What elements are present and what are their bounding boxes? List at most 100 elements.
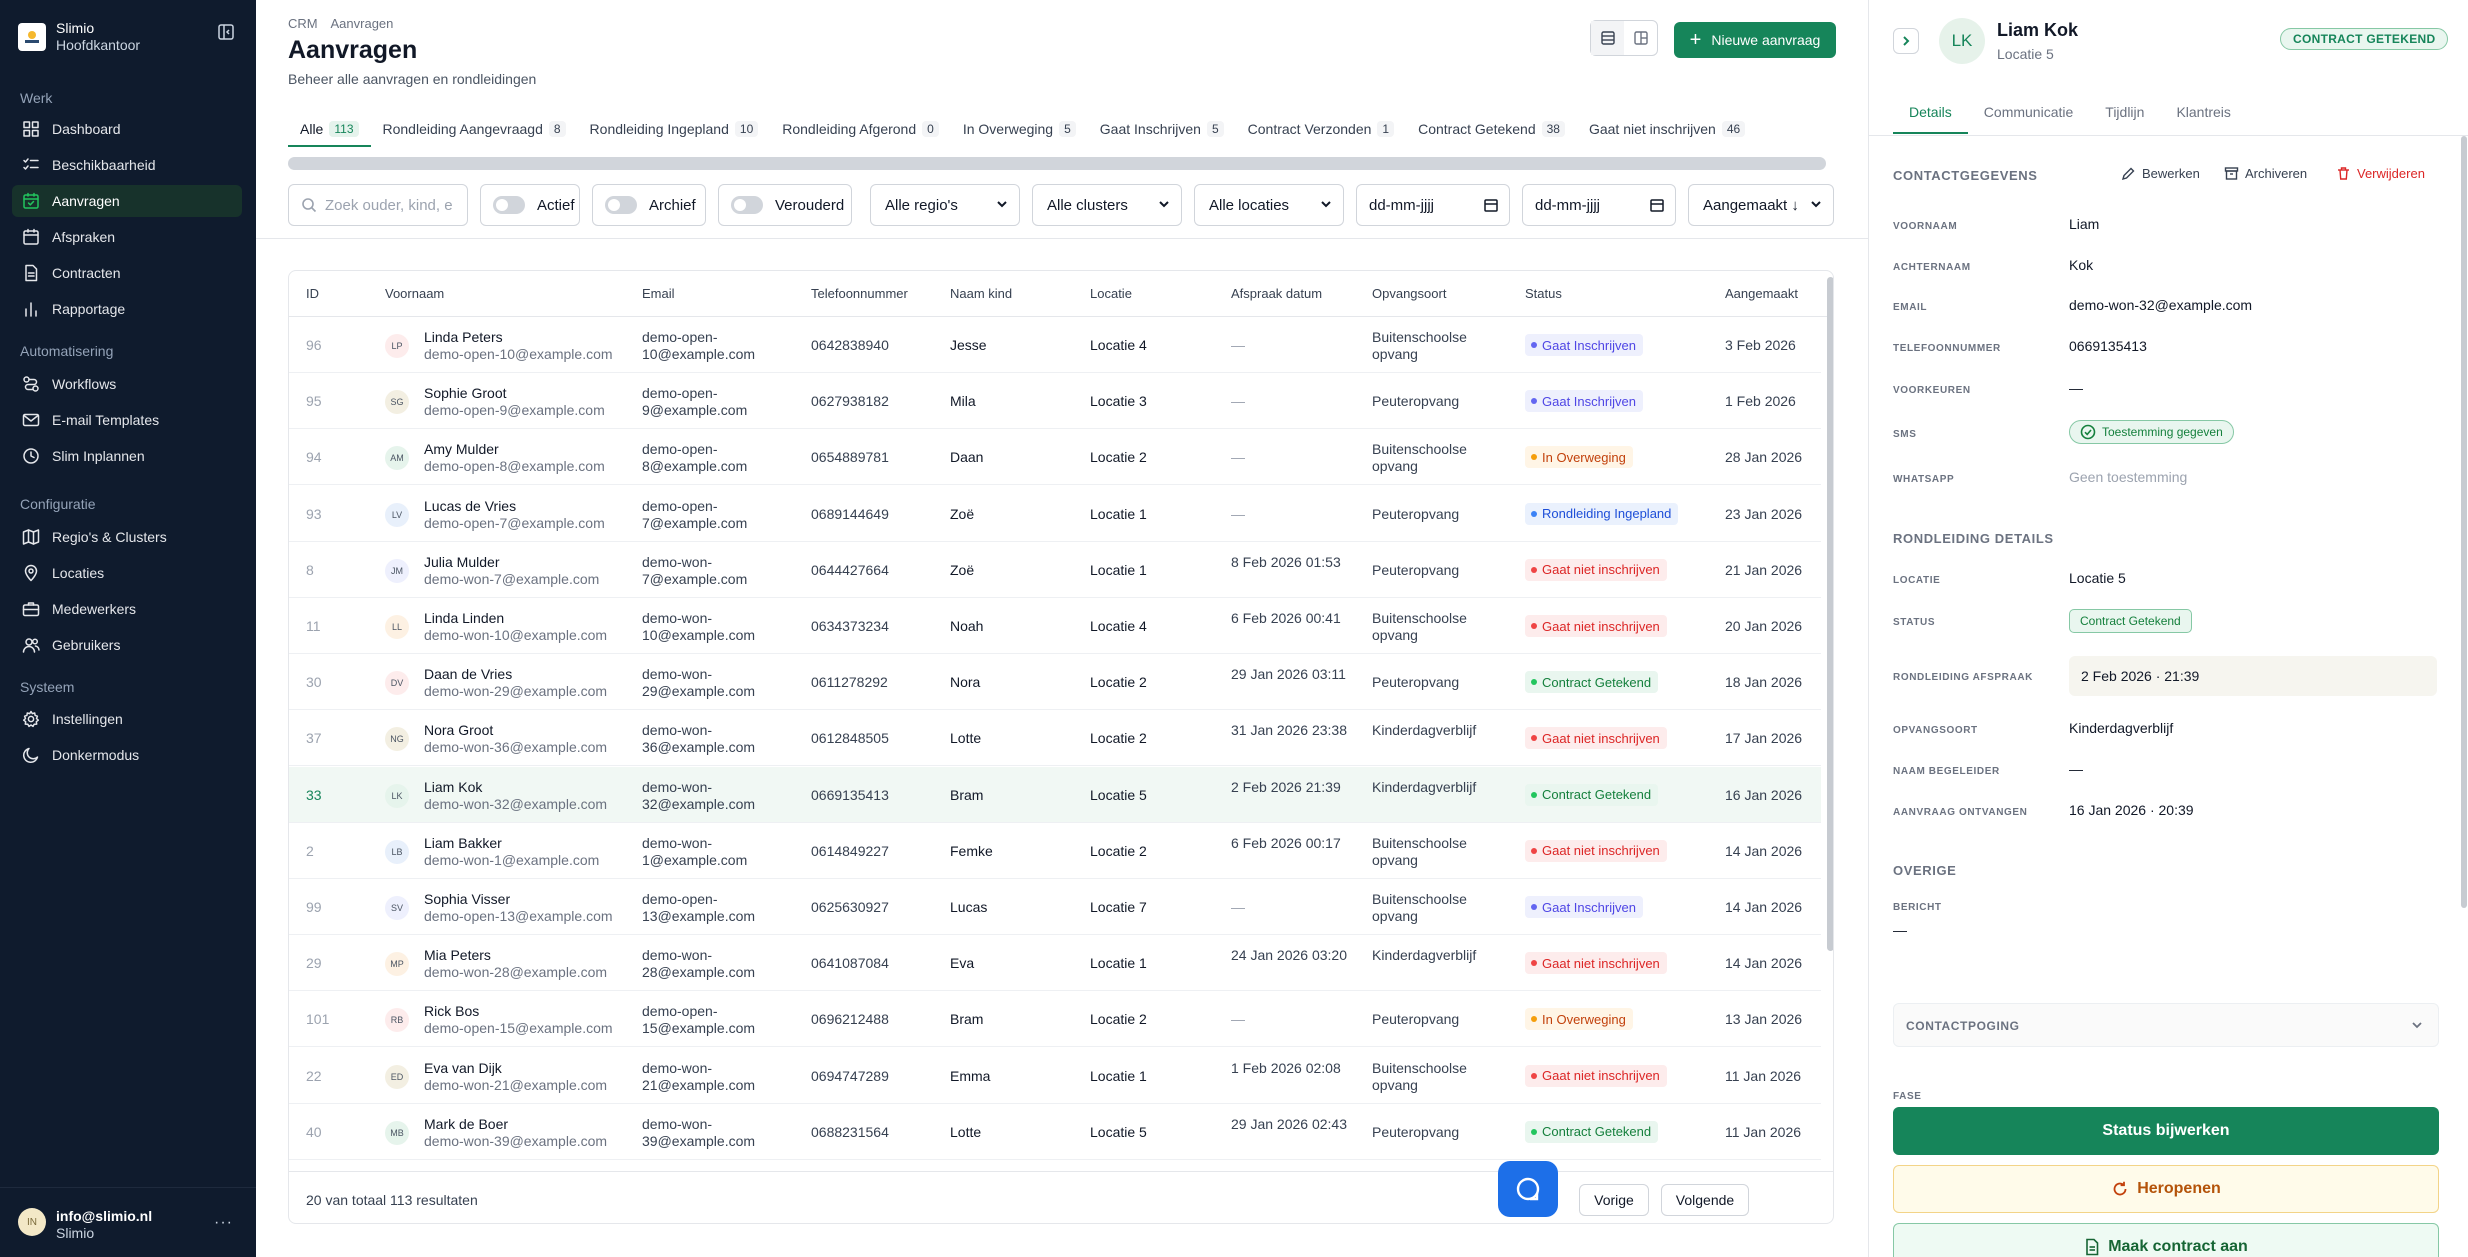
sidebar-item-instellingen[interactable]: Instellingen (12, 703, 242, 735)
sidebar-collapse-icon[interactable] (216, 22, 236, 42)
cell-id: 37 (306, 730, 322, 747)
new-request-button[interactable]: + Nieuwe aanvraag (1674, 22, 1836, 58)
edit-button[interactable]: Bewerken (2121, 166, 2200, 181)
sidebar-item-locaties[interactable]: Locaties (12, 557, 242, 589)
cell-location: Locatie 1 (1090, 561, 1147, 578)
panel-scrollbar[interactable] (2461, 136, 2467, 908)
user-menu-icon[interactable]: ··· (214, 1214, 233, 1232)
column-header[interactable]: Voornaam (385, 286, 444, 301)
verouderd-toggle[interactable]: Verouderd (718, 184, 852, 226)
tab-alle[interactable]: Alle 113 (288, 112, 371, 147)
list-view-icon[interactable] (1591, 21, 1624, 55)
table-row[interactable]: 30 DV Daan de Vries demo-won-29@example.com… (289, 654, 1821, 711)
table-row[interactable]: 95 SG Sophie Groot demo-open-9@example.com d… (289, 373, 1821, 430)
tab-rondleiding-aangevraagd[interactable]: Rondleiding Aangevraagd 8 (371, 112, 578, 146)
column-header[interactable]: Email (642, 286, 675, 301)
date-from-input[interactable]: dd-mm-jjjj (1356, 184, 1510, 226)
archive-button[interactable]: Archiveren (2224, 166, 2307, 181)
sort-select[interactable]: Aangemaakt ↓ (1688, 184, 1834, 226)
sidebar-item-beschikbaarheid[interactable]: Beschikbaarheid (12, 149, 242, 181)
table-row[interactable]: 37 NG Nora Groot demo-won-36@example.com dem… (289, 710, 1821, 767)
breadcrumb-crm[interactable]: CRM (288, 16, 318, 31)
tab-in-overweging[interactable]: In Overweging 5 (951, 112, 1088, 146)
region-select[interactable]: Alle regio's (870, 184, 1020, 226)
sidebar-item-slim-inplannen[interactable]: Slim Inplannen (12, 440, 242, 472)
tour-appointment-field[interactable]: 2 Feb 2026 · 21:39 (2069, 656, 2437, 696)
date-to-input[interactable]: dd-mm-jjjj (1522, 184, 1676, 226)
sidebar-item-donkermodus[interactable]: Donkermodus (12, 739, 242, 771)
column-header[interactable]: Opvangsoort (1372, 286, 1446, 301)
table-row[interactable]: 8 JM Julia Mulder demo-won-7@example.com dem… (289, 542, 1821, 598)
table-row[interactable]: 101 RB Rick Bos demo-open-15@example.com dem… (289, 991, 1821, 1048)
tab-details[interactable]: Details (1893, 90, 1968, 134)
table-scrollbar[interactable] (1827, 277, 1833, 951)
column-header[interactable]: Afspraak datum (1231, 286, 1322, 301)
user-box[interactable]: IN info@slimio.nl Slimio ··· (0, 1187, 256, 1257)
tab-gaat-inschrijven[interactable]: Gaat Inschrijven 5 (1088, 112, 1236, 146)
tab-label: Gaat niet inschrijven (1588, 121, 1716, 137)
table-row[interactable]: 33 LK Liam Kok demo-won-32@example.com demo-… (289, 766, 1821, 823)
tab-contract-getekend[interactable]: Contract Getekend 38 (1406, 112, 1577, 146)
table-row[interactable]: 94 AM Amy Mulder demo-open-8@example.com dem… (289, 429, 1821, 486)
field-label: LOCATIE (1893, 575, 1941, 586)
archief-toggle[interactable]: Archief (592, 184, 706, 226)
cluster-select[interactable]: Alle clusters (1032, 184, 1182, 226)
tab-contract-verzonden[interactable]: Contract Verzonden 1 (1236, 112, 1406, 146)
cell-name: Mia Peters (424, 947, 491, 964)
actief-toggle[interactable]: Actief (480, 184, 580, 226)
cell-phone: 0644427664 (811, 561, 889, 578)
sidebar-item-aanvragen[interactable]: Aanvragen (12, 185, 242, 217)
chevron-right-icon[interactable] (1893, 28, 1919, 54)
table-row[interactable]: 22 ED Eva van Dijk demo-won-21@example.com d… (289, 1048, 1821, 1104)
column-header[interactable]: Aangemaakt (1725, 286, 1798, 301)
cell-created: 28 Jan 2026 (1725, 449, 1803, 466)
document-icon (2086, 1238, 2099, 1256)
table-row[interactable]: 2 LB Liam Bakker demo-won-1@example.com demo… (289, 823, 1821, 879)
sidebar-item-regio-s-clusters[interactable]: Regio's & Clusters (12, 521, 242, 553)
column-header[interactable]: Telefoonnummer (811, 286, 908, 301)
column-header[interactable]: Status (1525, 286, 1562, 301)
chat-support-button[interactable] (1498, 1161, 1558, 1217)
column-header[interactable]: Naam kind (950, 286, 1012, 301)
sidebar-item-contracten[interactable]: Contracten (12, 257, 242, 289)
table-row[interactable]: 93 LV Lucas de Vries demo-open-7@example.co… (289, 486, 1821, 542)
sidebar-item-rapportage[interactable]: Rapportage (12, 293, 242, 325)
prev-page-button[interactable]: Vorige (1579, 1184, 1649, 1216)
tab-rondleiding-ingepland[interactable]: Rondleiding Ingepland 10 (578, 112, 771, 146)
contactpoging-collapsible[interactable]: CONTACTPOGING (1893, 1003, 2439, 1047)
sidebar-item-medewerkers[interactable]: Medewerkers (12, 593, 242, 625)
tab-gaat-niet-inschrijven[interactable]: Gaat niet inschrijven 46 (1577, 112, 1757, 146)
sidebar-item-gebruikers[interactable]: Gebruikers (12, 629, 242, 661)
delete-button[interactable]: Verwijderen (2336, 166, 2425, 181)
create-contract-button[interactable]: Maak contract aan (1893, 1223, 2439, 1257)
status-badge: Contract Getekend (1525, 1120, 1659, 1143)
sidebar-item-dashboard[interactable]: Dashboard (12, 113, 242, 145)
search-input[interactable]: Zoek ouder, kind, e (288, 184, 468, 226)
chevron-down-icon (1159, 201, 1169, 208)
tab-communicatie[interactable]: Communicatie (1968, 90, 2089, 134)
board-view-icon[interactable] (1624, 21, 1657, 55)
sidebar-item-e-mail-templates[interactable]: E-mail Templates (12, 404, 242, 436)
tab-tijdlijn[interactable]: Tijdlijn (2089, 90, 2160, 134)
table-row[interactable]: 99 SV Sophia Visser demo-open-13@example.co… (289, 879, 1821, 935)
cell-child-name: Mila (950, 393, 976, 410)
tab-label: Rondleiding Aangevraagd (382, 121, 543, 137)
next-page-button[interactable]: Volgende (1661, 1184, 1749, 1216)
tab-rondleiding-afgerond[interactable]: Rondleiding Afgerond 0 (770, 112, 951, 146)
column-header[interactable]: ID (306, 286, 319, 301)
reopen-button[interactable]: Heropenen (1893, 1165, 2439, 1213)
brand[interactable]: Slimio Hoofdkantoor (18, 20, 140, 54)
table-row[interactable]: 40 MB Mark de Boer demo-won-39@example.com d… (289, 1104, 1821, 1160)
avatar: DV (385, 671, 409, 696)
sidebar-item-workflows[interactable]: Workflows (12, 368, 242, 400)
table-row[interactable]: 11 LL Linda Linden demo-won-10@example.com d… (289, 598, 1821, 654)
table-row[interactable]: 29 MP Mia Peters demo-won-28@example.com dem… (289, 935, 1821, 992)
sidebar-item-afspraken[interactable]: Afspraken (12, 221, 242, 253)
column-header[interactable]: Locatie (1090, 286, 1132, 301)
tabs-scrollbar[interactable] (288, 157, 1826, 170)
update-status-button[interactable]: Status bijwerken (1893, 1107, 2439, 1155)
tab-klantreis[interactable]: Klantreis (2160, 90, 2246, 134)
table-row[interactable]: 96 LP Linda Peters demo-open-10@example.com… (289, 317, 1821, 373)
location-select[interactable]: Alle locaties (1194, 184, 1344, 226)
status-label: Contract Getekend (1542, 674, 1652, 690)
